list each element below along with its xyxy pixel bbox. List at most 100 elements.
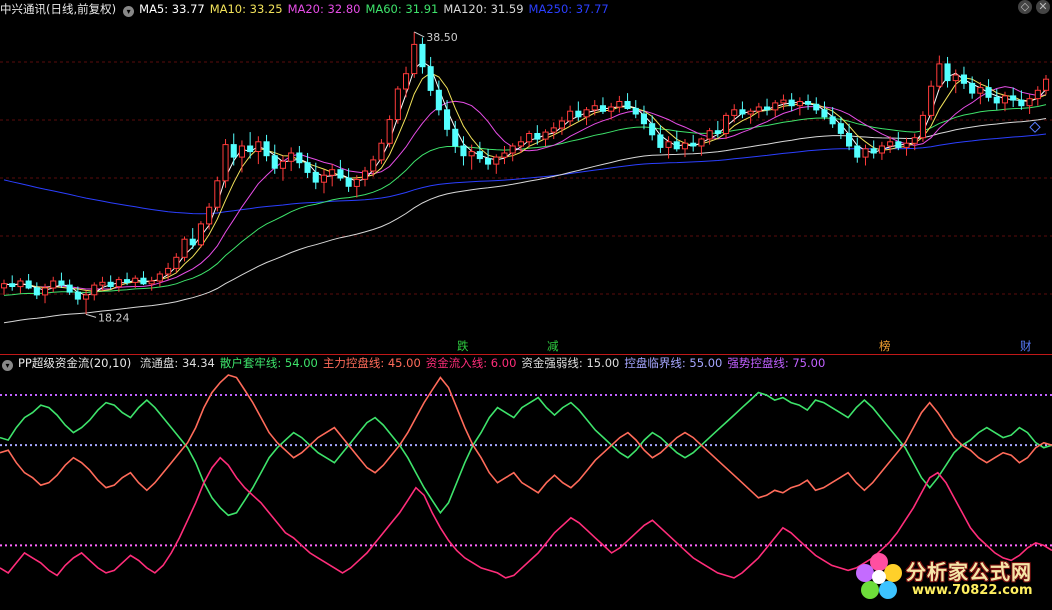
candle-body	[887, 141, 894, 147]
low-pointer	[85, 313, 97, 318]
candle-body	[411, 43, 418, 75]
candle-body	[362, 170, 369, 180]
candle-body	[755, 106, 762, 112]
candle-body	[394, 88, 401, 121]
candle-body	[583, 109, 590, 118]
candle-body	[345, 177, 352, 187]
ma-line-ma20	[3, 86, 1047, 290]
candle-body	[895, 141, 902, 148]
close-icon[interactable]: ✕	[1036, 0, 1050, 14]
candle-body	[501, 152, 508, 158]
candle-body	[304, 162, 311, 173]
candle-body	[74, 291, 81, 300]
candle-body	[952, 74, 959, 82]
candle-body	[649, 123, 656, 136]
candle-body	[805, 101, 812, 105]
event-label[interactable]: 榜	[877, 339, 893, 354]
candle-body	[821, 109, 828, 118]
candle-body	[99, 281, 106, 286]
candle-body	[329, 169, 336, 176]
candlesticks	[1, 31, 1050, 315]
candle-body	[681, 142, 689, 150]
candle-body	[206, 206, 213, 225]
candle-body	[165, 267, 172, 275]
ma-legend-ma60: MA60: 31.91	[365, 2, 439, 16]
candle-body	[107, 281, 114, 287]
event-label[interactable]: 减	[545, 339, 561, 354]
indicator-param: 主力控盘线: 45.00	[322, 356, 421, 370]
ma-legend-ma20: MA20: 32.80	[287, 2, 361, 16]
candle-body	[476, 151, 483, 160]
candle-body	[419, 43, 426, 68]
candle-body	[624, 101, 631, 109]
candle-body	[140, 277, 147, 285]
candle-body	[862, 148, 869, 158]
candle-body	[911, 137, 918, 144]
ma-legend: MA5: 33.77 MA10: 33.25 MA20: 32.80 MA60: 31…	[139, 2, 614, 16]
candle-body	[632, 107, 639, 115]
candle-body	[1, 283, 8, 289]
window-controls: ◇ ✕	[1014, 0, 1050, 14]
candle-body	[714, 130, 721, 134]
ma-line-ma60	[3, 104, 1047, 296]
chevron-down-icon[interactable]: ▾	[2, 360, 13, 371]
indicator-param: 资金强弱线: 15.00	[521, 356, 620, 370]
indicator-params: 流通盘: 34.34 散户套牢线: 54.00 主力控盘线: 45.00 资金流入线:…	[140, 356, 830, 370]
candle-body	[132, 277, 139, 283]
indicator-line	[0, 391, 1052, 517]
candle-body	[279, 160, 286, 169]
candle-body	[452, 128, 459, 147]
candle-body	[640, 113, 648, 125]
candle-body	[189, 238, 196, 246]
restore-icon[interactable]: ◇	[1018, 0, 1032, 14]
candle-body	[173, 256, 180, 269]
candle-body	[255, 141, 262, 153]
ma-legend-ma120: MA120: 31.59	[443, 2, 524, 16]
logo-url: www.70822.com	[912, 583, 1033, 598]
chevron-down-icon[interactable]: ▾	[123, 6, 135, 17]
high-price-label: 38.50	[426, 31, 458, 44]
candle-body	[312, 171, 319, 183]
candle-body	[690, 142, 697, 147]
candle-body	[214, 180, 221, 208]
candle-body	[673, 141, 680, 150]
candle-body	[993, 96, 1000, 104]
candle-body	[878, 145, 886, 154]
event-label[interactable]: 财	[1018, 339, 1034, 354]
candle-body	[247, 145, 254, 153]
chart-canvas: 38.50 18.24	[0, 31, 1052, 579]
candle-body	[42, 287, 49, 296]
ma-legend-ma250: MA250: 37.77	[528, 2, 609, 16]
candle-body	[66, 284, 73, 293]
candle-body	[115, 279, 122, 288]
high-pointer	[414, 31, 425, 38]
candle-body	[485, 158, 492, 165]
candle-body	[435, 89, 442, 111]
indicator-param: 控盘临界线: 55.00	[624, 356, 723, 370]
candle-body	[230, 144, 237, 158]
candle-body	[558, 120, 566, 129]
candle-body	[739, 109, 746, 115]
candle-body	[599, 105, 607, 112]
candle-body	[517, 141, 525, 147]
candle-body	[353, 178, 360, 187]
candle-body	[977, 87, 984, 94]
candle-body	[1026, 98, 1033, 107]
candle-body	[919, 114, 927, 139]
candle-body	[370, 159, 377, 172]
low-price-label: 18.24	[98, 311, 130, 324]
candle-body	[263, 141, 270, 157]
candle-body	[960, 74, 968, 84]
logo-name: 分析家公式网	[906, 560, 1032, 584]
candle-body	[238, 145, 245, 158]
event-label[interactable]: 跌	[455, 339, 471, 354]
candle-body	[91, 284, 98, 296]
candle-body	[550, 127, 557, 133]
candle-body	[156, 273, 163, 282]
candle-body	[665, 141, 672, 148]
candle-body	[526, 133, 533, 143]
reference-lines	[0, 394, 1052, 547]
candle-body	[460, 145, 467, 157]
candle-body	[25, 280, 32, 289]
candle-body	[772, 102, 779, 111]
